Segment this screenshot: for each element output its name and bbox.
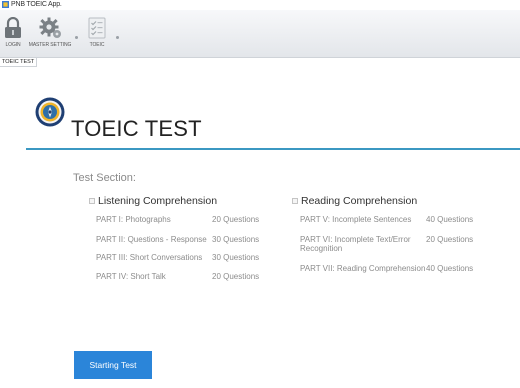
login-label: LOGIN (5, 42, 21, 48)
part-name: PART I: Photographs (96, 215, 171, 224)
tab-toeic-test[interactable]: TOEIC TEST (0, 58, 38, 67)
gear-icon (39, 17, 61, 38)
login-button[interactable]: LOGIN (3, 17, 23, 57)
reading-label: Reading Comprehension (301, 195, 418, 207)
part-questions: 30 Questions (212, 235, 260, 244)
part-name: PART IV: Short Talk (96, 272, 166, 281)
part-questions: 20 Questions (426, 235, 474, 244)
app-icon (2, 1, 9, 8)
part-questions: 30 Questions (212, 253, 260, 262)
listening-label: Listening Comprehension (98, 195, 218, 207)
part-name: PART VII: Reading Comprehension (300, 264, 426, 273)
page-title: TOEIC TEST (71, 116, 202, 141)
part-questions: 20 Questions (212, 272, 260, 281)
part-name: PART VI: Incomplete Text/Error Recogniti… (300, 235, 411, 253)
ribbon-separator (116, 36, 119, 39)
ribbon-separator (75, 36, 78, 39)
listening-group[interactable]: Listening Comprehension (89, 195, 217, 207)
toeic-button[interactable]: TOEIC (86, 17, 108, 57)
section-label: Test Section: (73, 172, 136, 184)
title-bar: PNB TOEIC App. (0, 0, 520, 10)
starting-test-button[interactable]: Starting Test (74, 351, 152, 379)
listening-checkbox[interactable] (89, 198, 95, 204)
part-name: PART V: Incomplete Sentences (300, 215, 412, 224)
ribbon-toolbar: LOGIN MASTER SETTING TOEIC (0, 10, 520, 58)
window-title: PNB TOEIC App. (11, 1, 62, 8)
seal-logo-icon (35, 97, 65, 127)
part-name: PART III: Short Conversations (96, 253, 203, 262)
tab-strip: TOEIC TEST (0, 58, 520, 68)
toeic-label: TOEIC (89, 42, 105, 48)
master-setting-button[interactable]: MASTER SETTING (29, 17, 71, 57)
checklist-icon (88, 17, 106, 39)
part-questions: 20 Questions (212, 215, 260, 224)
part-name: PART II: Questions - Response (96, 235, 207, 244)
part-questions: 40 Questions (426, 264, 474, 273)
lock-icon (5, 17, 21, 38)
reading-group[interactable]: Reading Comprehension (292, 195, 417, 207)
master-setting-label: MASTER SETTING (28, 42, 72, 48)
reading-checkbox[interactable] (292, 198, 298, 204)
part-questions: 40 Questions (426, 215, 474, 224)
title-divider (26, 148, 520, 150)
